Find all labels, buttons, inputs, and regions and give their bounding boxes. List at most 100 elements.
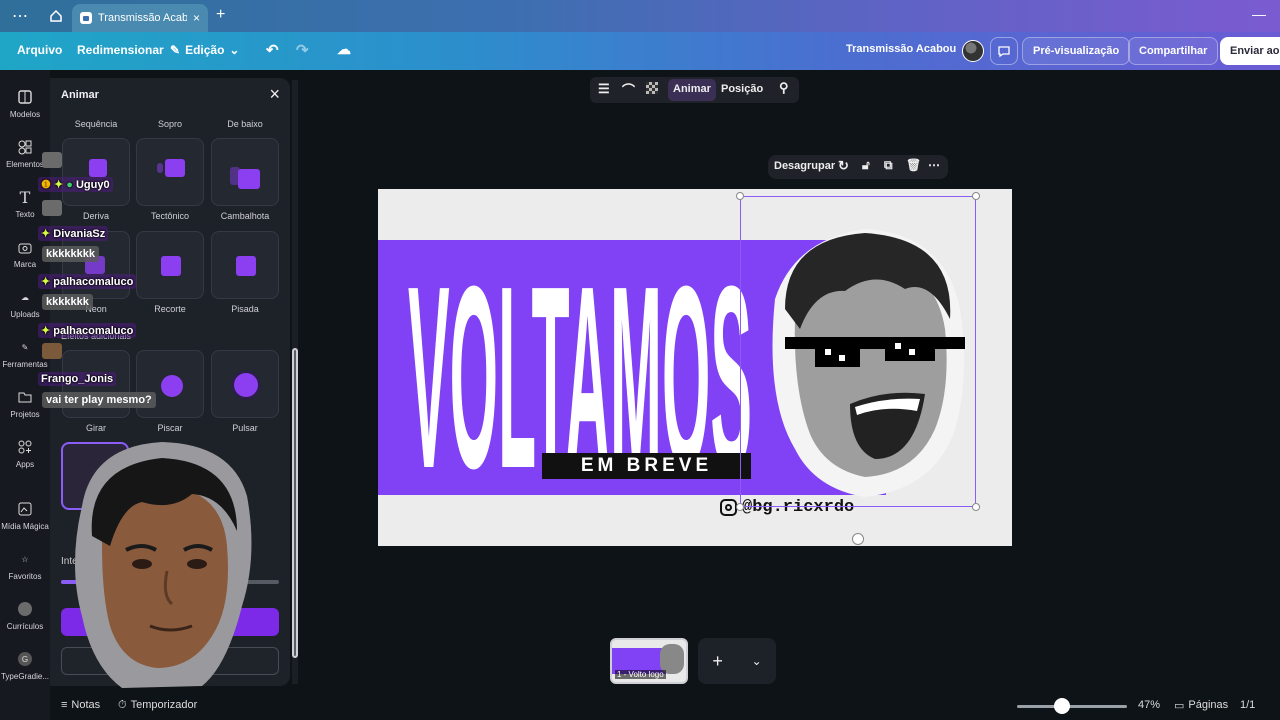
zoom-slider-knob[interactable] <box>1054 698 1070 714</box>
rail-label: Currículos <box>6 622 44 631</box>
trash-icon[interactable]: 🗑︎ <box>906 158 921 172</box>
resize-handle[interactable] <box>972 192 980 200</box>
notes-label: Notas <box>71 699 101 711</box>
chat-username-text: Uguy0 <box>75 179 110 191</box>
selection-box[interactable] <box>740 196 976 507</box>
lock-icon[interactable]: 🔓︎ <box>862 158 870 173</box>
rail-item-midia-magica[interactable]: Mídia Mágica <box>0 500 50 531</box>
cloud-save-icon[interactable]: ☁ <box>337 41 351 58</box>
chat-badge-icon <box>42 200 62 216</box>
templates-icon <box>16 88 34 106</box>
animation-caption: Girar <box>86 423 106 433</box>
zoom-slider[interactable] <box>1017 705 1127 708</box>
animate-button[interactable]: Animar <box>668 79 716 101</box>
chat-username: Frango_Jonis <box>38 372 117 386</box>
panel-scrollbar[interactable] <box>292 80 298 684</box>
animation-option-pisada[interactable] <box>211 231 279 299</box>
refresh-icon[interactable]: ↻ <box>838 158 849 174</box>
chat-badge-icon <box>42 152 62 168</box>
plus-icon[interactable]: + <box>712 651 723 672</box>
animation-caption: Sequência <box>74 119 118 129</box>
upload-icon: ☁ <box>21 292 29 302</box>
share-button[interactable]: Compartilhar <box>1128 37 1219 65</box>
position-button[interactable]: Posição <box>721 83 763 95</box>
subline-box: EM BREVE <box>542 453 751 479</box>
timer-label: Temporizador <box>130 699 198 711</box>
more-options-icon[interactable]: ⋯ <box>928 158 940 172</box>
animation-option-deriva[interactable] <box>62 138 130 206</box>
animation-option-cambalhota[interactable] <box>211 138 279 206</box>
resize-button[interactable]: Redimensionar <box>77 43 164 57</box>
tab-close-icon[interactable]: × <box>193 11 200 25</box>
animation-caption: Pulsar <box>232 423 258 433</box>
folder-icon <box>16 388 34 406</box>
resize-handle[interactable] <box>736 192 744 200</box>
headline-text: VOLTAMOS <box>408 243 752 485</box>
selection-toolbar: Desagrupar ↻ 🔓︎ ⧉ 🗑︎ ⋯ <box>768 155 948 179</box>
panel-title: Animar <box>61 89 99 101</box>
edit-menu[interactable]: ✎ Edição ⌄ <box>170 43 239 57</box>
browser-tab-strip: ⋯ Transmissão Acabo × + — <box>0 0 1280 32</box>
send-button[interactable]: Enviar ao p <box>1220 37 1280 65</box>
subline-text: EM BREVE <box>580 455 713 476</box>
rail-item-favoritos[interactable]: ☆ Favoritos <box>0 550 50 582</box>
timer-icon: ⏱ <box>118 699 127 711</box>
typegradient-icon: G <box>16 650 34 668</box>
rail-label: Favoritos <box>8 572 42 581</box>
rail-item-typegradient[interactable]: G TypeGradie... <box>0 650 50 681</box>
animation-option-recorte[interactable] <box>136 231 204 299</box>
chevron-down-icon[interactable]: ⌄ <box>752 654 762 668</box>
page-thumbnail[interactable]: 1 - Volto logo <box>610 638 688 684</box>
browser-tab[interactable]: Transmissão Acabo × <box>72 4 208 32</box>
new-tab-button[interactable]: + <box>216 6 225 24</box>
sparkle-icon: ✦ <box>41 228 51 240</box>
elements-icon <box>16 138 34 156</box>
animation-caption: Piscar <box>157 423 183 433</box>
user-avatar[interactable] <box>962 40 984 62</box>
text-icon: T <box>19 187 31 207</box>
transparency-icon[interactable] <box>646 82 658 94</box>
rail-label: Projetos <box>10 410 40 419</box>
pages-label: Páginas <box>1188 699 1229 711</box>
rail-item-modelos[interactable]: Modelos <box>0 88 50 119</box>
scrollbar-thumb[interactable] <box>292 348 298 658</box>
duplicate-icon[interactable]: ⧉ <box>884 158 893 173</box>
resize-handle[interactable] <box>736 503 744 511</box>
rail-item-curriculos[interactable]: Currículos <box>0 600 50 631</box>
curve-icon[interactable]: ⌒ <box>622 80 635 99</box>
rail-item-apps[interactable]: Apps <box>0 438 50 469</box>
tab-title: Transmissão Acabo <box>98 12 187 24</box>
paint-format-icon[interactable]: ⚲ <box>779 80 789 96</box>
resize-handle[interactable] <box>972 503 980 511</box>
rail-label: Elementos <box>6 160 44 169</box>
file-menu[interactable]: Arquivo <box>17 43 62 57</box>
chat-message: kkkkkkkk <box>42 246 99 262</box>
rotate-handle[interactable] <box>852 533 864 545</box>
sparkle-icon: ✦ <box>41 325 51 337</box>
rail-label: TypeGradie... <box>0 672 50 681</box>
align-icon[interactable]: ☰ <box>598 81 610 97</box>
preview-button[interactable]: Pré-visualização <box>1022 37 1131 65</box>
zoom-level[interactable]: 47% <box>1138 699 1160 711</box>
minimize-icon[interactable]: — <box>1252 6 1266 22</box>
pages-button[interactable]: ▭ Páginas <box>1174 699 1228 712</box>
pencil-icon: ✎ <box>21 342 29 352</box>
add-page-button[interactable]: + ⌄ <box>698 638 776 684</box>
ungroup-button[interactable]: Desagrupar <box>774 160 835 172</box>
animation-option-pulsar[interactable] <box>211 350 279 418</box>
sparkle-icon: ✦ <box>53 179 64 191</box>
chat-username-text: palhacomaluco <box>53 276 134 288</box>
home-icon[interactable] <box>38 0 74 32</box>
comment-icon[interactable] <box>990 37 1018 65</box>
animation-option-tectonico[interactable] <box>136 138 204 206</box>
design-title[interactable]: Transmissão Acabou <box>846 43 956 55</box>
resume-icon <box>16 600 34 618</box>
apps-icon <box>16 438 34 456</box>
undo-icon[interactable]: ↶ <box>266 41 279 59</box>
edit-menu-label: Edição <box>185 43 225 57</box>
redo-icon[interactable]: ↷ <box>296 41 309 59</box>
notes-button[interactable]: ≡ Notas <box>61 699 100 711</box>
timer-button[interactable]: ⏱ Temporizador <box>118 699 197 712</box>
more-icon[interactable]: ⋯ <box>2 0 38 32</box>
close-icon[interactable]: × <box>269 84 280 105</box>
